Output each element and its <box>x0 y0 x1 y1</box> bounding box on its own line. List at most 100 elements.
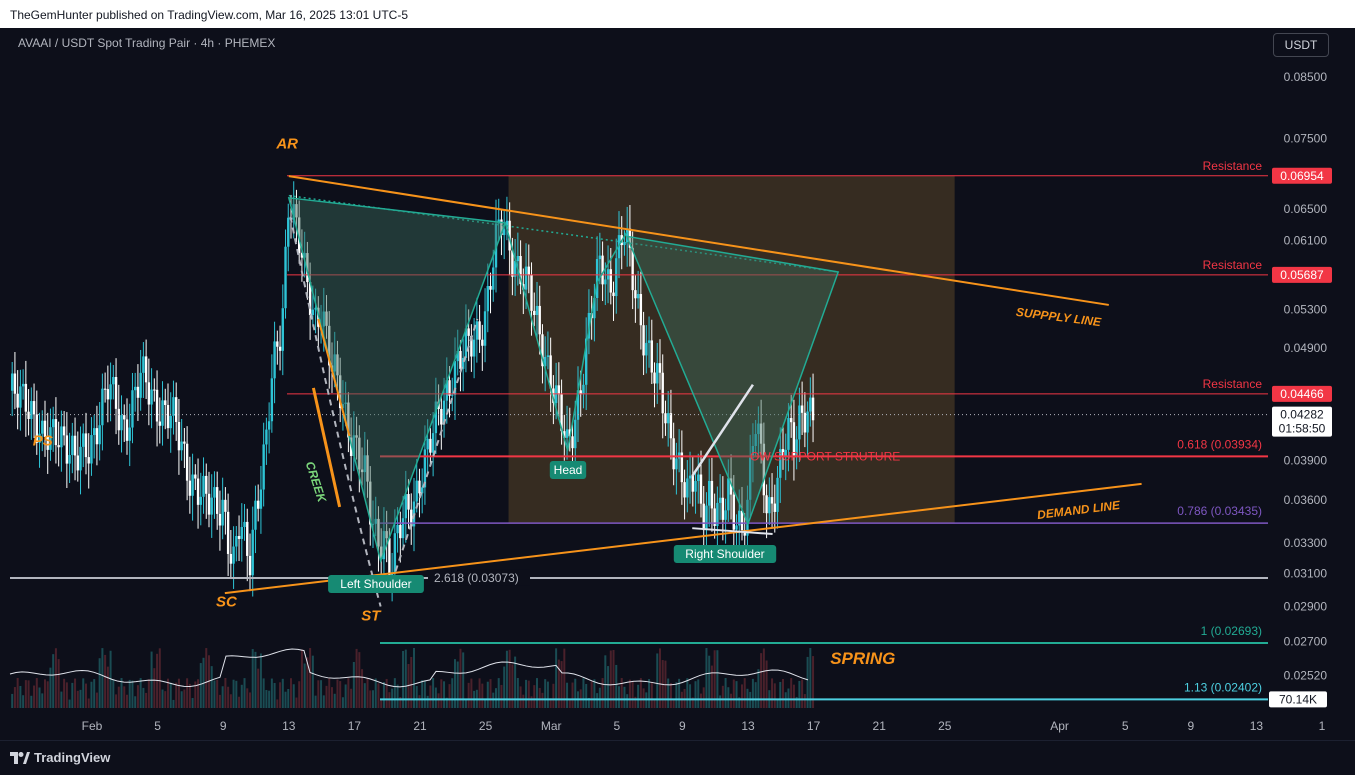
volume-bar <box>429 685 432 708</box>
volume-bar <box>391 688 394 708</box>
candle-body <box>688 475 692 479</box>
volume-bar <box>571 682 574 708</box>
volume-bar <box>675 682 678 708</box>
volume-bar <box>298 681 301 708</box>
candle-body <box>724 510 727 520</box>
volume-bar <box>503 666 506 708</box>
candle-body <box>642 325 645 356</box>
volume-bar <box>95 692 98 708</box>
volume-bar <box>451 678 454 708</box>
x-tick-label: 25 <box>479 719 493 733</box>
volume-bar <box>423 680 426 708</box>
candle-body <box>803 412 807 433</box>
x-tick-label: 5 <box>154 719 161 733</box>
volume-bar <box>590 681 593 708</box>
volume-bar <box>339 681 342 708</box>
candle-body <box>256 500 260 509</box>
volume-bar <box>371 690 374 708</box>
volume-bar <box>183 689 186 708</box>
candle-body <box>768 497 771 514</box>
candle-body <box>740 510 744 531</box>
volume-bar <box>106 666 109 708</box>
volume-bar <box>104 654 107 708</box>
candle-body <box>224 499 227 512</box>
volume-bar <box>418 695 421 708</box>
fib-level-label: 0.786 (0.03435) <box>1177 504 1262 518</box>
volume-bar <box>497 678 500 708</box>
candle-body <box>16 393 19 408</box>
volume-bar <box>366 678 369 708</box>
volume-bar <box>16 678 19 708</box>
current-price-text: 0.04282 <box>1280 408 1324 422</box>
candle-body <box>144 356 148 383</box>
volume-bar <box>361 669 364 708</box>
volume-bar <box>631 680 634 708</box>
wyckoff-label: ST <box>361 607 382 624</box>
candle-body <box>388 538 391 577</box>
candle-body <box>527 266 530 275</box>
y-tick-label: 0.03100 <box>1284 567 1328 581</box>
volume-bar <box>279 682 282 708</box>
candle-body <box>401 518 405 539</box>
volume-bar <box>74 678 77 708</box>
resistance-label: Resistance <box>1203 159 1263 173</box>
candle-body <box>535 305 539 316</box>
candle-body <box>623 242 626 246</box>
candle-body <box>254 500 257 530</box>
volume-bar <box>153 668 156 708</box>
candle-body <box>240 527 243 539</box>
volume-bar <box>369 690 372 708</box>
y-tick-label: 0.06100 <box>1284 233 1328 247</box>
volume-bar <box>172 699 175 708</box>
x-tick-label: 5 <box>613 719 620 733</box>
x-tick-label: 17 <box>348 719 362 733</box>
candle-body <box>789 418 793 423</box>
volume-bar <box>13 687 16 708</box>
tradingview-logo[interactable]: TradingView <box>10 750 110 765</box>
wyckoff-label: AR <box>275 136 298 153</box>
volume-bar <box>235 680 238 708</box>
candle-body <box>98 425 101 445</box>
candle-body <box>243 521 246 528</box>
volume-bar <box>218 694 221 708</box>
volume-bar <box>743 678 746 708</box>
candle-body <box>615 258 618 297</box>
candle-body <box>770 497 774 504</box>
volume-bar <box>276 699 279 708</box>
volume-bar <box>65 682 68 708</box>
volume-bar <box>648 679 651 708</box>
volume-bar <box>333 693 336 708</box>
volume-bar <box>281 678 284 708</box>
volume-bar <box>560 661 563 708</box>
volume-bar <box>125 694 128 708</box>
candle-body <box>270 378 274 422</box>
volume-bar <box>724 678 727 708</box>
x-tick-label: 9 <box>1187 719 1194 733</box>
candle-body <box>120 415 123 431</box>
price-chart[interactable]: Resistance Resistance Resistance 0.618 (0.0… <box>0 0 1355 774</box>
volume-bar <box>530 696 533 708</box>
candle-body <box>68 454 71 464</box>
volume-bar <box>421 680 424 708</box>
fib-level-label: 1.13 (0.02402) <box>1184 680 1262 694</box>
currency-button[interactable]: USDT <box>1273 33 1329 57</box>
volume-bar <box>426 695 429 708</box>
volume-bar <box>186 678 189 708</box>
volume-bar <box>164 691 167 708</box>
candle-body <box>546 355 550 357</box>
volume-bar <box>352 661 355 708</box>
candle-body <box>404 494 407 519</box>
candle-body <box>106 389 110 400</box>
candle-body <box>273 341 276 379</box>
candle-body <box>530 274 533 311</box>
candle-body <box>24 383 28 412</box>
volume-bar <box>601 678 604 708</box>
candle-body <box>276 341 279 347</box>
volume-bar <box>434 687 437 708</box>
fib-level-label: 2.618 (0.03073) <box>434 571 519 585</box>
volume-bar <box>672 699 675 708</box>
volume-bar <box>210 666 213 708</box>
volume-bar <box>30 695 33 708</box>
candle-body <box>32 401 36 415</box>
x-tick-label: 9 <box>220 719 227 733</box>
